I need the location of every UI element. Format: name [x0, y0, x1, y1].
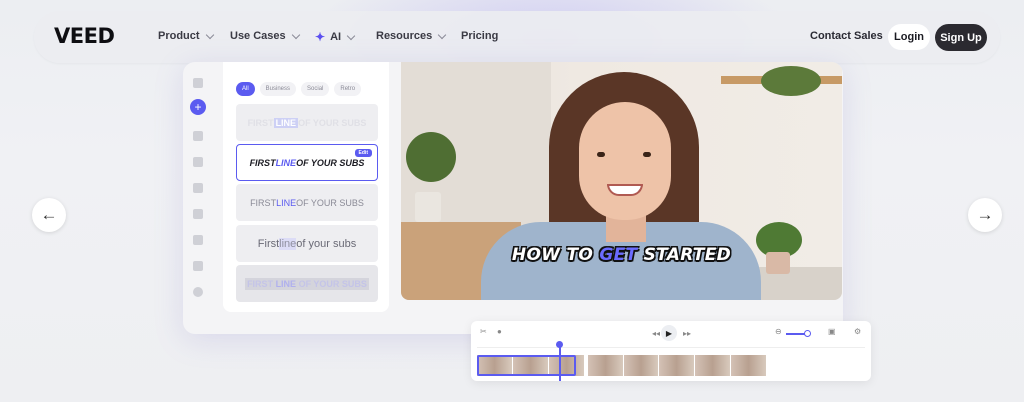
- zoom-out-icon[interactable]: ⊖: [775, 327, 782, 336]
- nav-use-cases[interactable]: Use Cases: [230, 30, 300, 42]
- style-text: OF YOUR SUBS: [296, 197, 364, 208]
- chip-business[interactable]: Business: [259, 82, 297, 96]
- zoom-slider-handle[interactable]: [804, 330, 811, 337]
- nav-pricing[interactable]: Pricing: [461, 30, 498, 42]
- veed-logo[interactable]: VEED: [54, 24, 115, 48]
- timeline-playhead[interactable]: [559, 343, 561, 381]
- style-text: FIRST: [247, 278, 276, 289]
- login-button[interactable]: Login: [888, 24, 930, 50]
- zoom-slider-track[interactable]: [786, 333, 806, 335]
- style-text: of your subs: [296, 237, 357, 250]
- chevron-down-icon: [438, 30, 447, 39]
- presenter-face: [579, 102, 671, 220]
- nav-product[interactable]: Product: [158, 30, 214, 42]
- subtitle-style-option[interactable]: FIRST LINE OF YOUR SUBS: [236, 104, 378, 141]
- video-bg-plant: [406, 132, 456, 182]
- caption-text: STARTED: [637, 245, 732, 265]
- video-caption: HOW TO GET STARTED: [401, 245, 842, 265]
- add-icon[interactable]: +: [190, 99, 206, 115]
- timeline-clip[interactable]: [731, 355, 767, 376]
- carousel-next-button[interactable]: →: [968, 198, 1002, 232]
- chip-social[interactable]: Social: [301, 82, 330, 96]
- skip-forward-icon[interactable]: ▸▸: [683, 329, 691, 338]
- nav-use-cases-label: Use Cases: [230, 30, 286, 42]
- video-preview[interactable]: HOW TO GET STARTED: [401, 62, 842, 300]
- chevron-down-icon: [205, 30, 214, 39]
- signup-button[interactable]: Sign Up: [935, 24, 987, 51]
- contact-sales-link[interactable]: Contact Sales: [810, 30, 883, 42]
- editor-tool-sidebar: +: [183, 62, 213, 334]
- timeline-ruler: [477, 347, 865, 348]
- tool-icon[interactable]: [193, 131, 203, 141]
- skip-back-icon[interactable]: ◂◂: [652, 329, 660, 338]
- chip-all[interactable]: All: [236, 82, 255, 96]
- editor-preview-card: + All Business Social Retro FIRST LINE O…: [183, 62, 843, 334]
- nav-pricing-label: Pricing: [461, 30, 499, 42]
- style-highlight: line: [279, 237, 297, 250]
- subtitle-styles-panel: All Business Social Retro FIRST LINE OF …: [223, 62, 389, 312]
- play-icon: ▶: [665, 328, 673, 338]
- caption-highlight: GET: [599, 245, 638, 265]
- style-highlight: LINE: [275, 278, 297, 289]
- style-text: OF YOUR SUBS: [298, 117, 367, 128]
- carousel-prev-button[interactable]: ←: [32, 198, 66, 232]
- caption-text: HOW TO: [511, 245, 600, 265]
- video-bg-pot: [415, 192, 441, 222]
- play-button[interactable]: ▶: [661, 325, 677, 341]
- style-filter-chips: All Business Social Retro: [236, 82, 362, 96]
- timeline-clip[interactable]: [587, 355, 624, 376]
- sparkle-icon: ✦: [315, 30, 326, 44]
- top-navbar: VEED Product Use Cases ✦ AI Resources Pr…: [34, 11, 1000, 63]
- style-retro-text: FIRST LINE OF YOUR SUBS: [245, 277, 369, 290]
- tool-icon[interactable]: [193, 183, 203, 193]
- playhead-handle[interactable]: [556, 341, 563, 348]
- contrast-icon[interactable]: [193, 287, 203, 297]
- arrow-left-icon: ←: [40, 205, 58, 224]
- style-text: OF YOUR SUBS: [296, 157, 365, 168]
- nav-ai[interactable]: ✦ AI: [315, 30, 356, 44]
- microphone-icon[interactable]: ●: [497, 327, 502, 336]
- timeline-clip[interactable]: [695, 355, 732, 376]
- nav-resources[interactable]: Resources: [376, 30, 447, 42]
- nav-product-label: Product: [158, 30, 200, 42]
- chevron-down-icon: [346, 31, 356, 40]
- presenter-eye: [643, 152, 651, 157]
- tool-icon[interactable]: [193, 235, 203, 245]
- video-bg-plant: [761, 66, 821, 96]
- timeline-clip[interactable]: [659, 355, 696, 376]
- editor-timeline: ✂ ● ◂◂ ▶ ▸▸ ⊖ ▣ ⚙: [471, 321, 871, 381]
- fit-icon[interactable]: ▣: [828, 327, 836, 336]
- tool-icon[interactable]: [193, 157, 203, 167]
- style-text: FIRST: [247, 117, 274, 128]
- chevron-down-icon: [291, 30, 300, 39]
- scissors-icon[interactable]: ✂: [480, 327, 487, 336]
- subtitle-style-option[interactable]: FIRST LINE OF YOUR SUBS: [236, 265, 378, 302]
- selected-clip-outline[interactable]: [477, 355, 576, 376]
- arrow-right-icon: →: [976, 205, 994, 224]
- style-text: OF YOUR SUBS: [296, 278, 367, 289]
- tool-icon[interactable]: [193, 261, 203, 271]
- style-tag: Edit: [354, 149, 372, 157]
- style-highlight: LINE: [276, 197, 297, 208]
- settings-icon[interactable]: ⚙: [854, 327, 861, 336]
- timeline-clip[interactable]: [623, 355, 660, 376]
- style-highlight: LINE: [275, 157, 297, 168]
- subtitle-style-option-selected[interactable]: Edit FIRST LINE OF YOUR SUBS: [236, 144, 378, 181]
- style-highlight: LINE: [273, 117, 299, 128]
- tool-icon[interactable]: [193, 209, 203, 219]
- tool-icon[interactable]: [193, 78, 203, 88]
- nav-resources-label: Resources: [376, 30, 433, 42]
- style-text: First: [257, 237, 280, 250]
- subtitle-style-option[interactable]: First line of your subs: [236, 225, 378, 262]
- chip-retro[interactable]: Retro: [334, 82, 362, 96]
- style-text: FIRST: [249, 157, 276, 168]
- presenter-eye: [597, 152, 605, 157]
- subtitle-style-option[interactable]: FIRST LINE OF YOUR SUBS: [236, 184, 378, 221]
- nav-ai-label: AI: [330, 31, 342, 43]
- style-text: FIRST: [250, 197, 277, 208]
